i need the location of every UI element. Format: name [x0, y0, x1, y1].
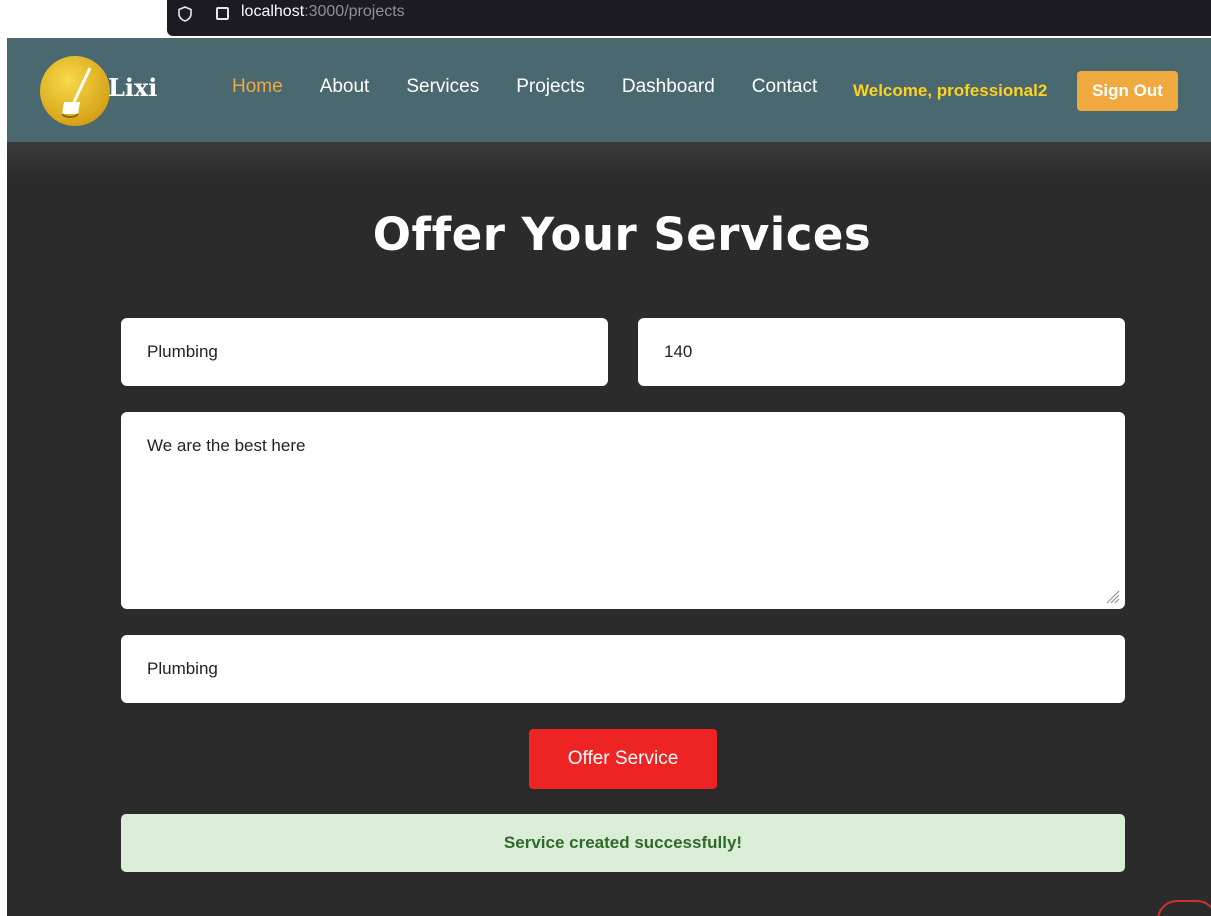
nav-link-home[interactable]: Home	[232, 76, 283, 98]
navbar: Lixi Home About Services Projects Dashbo…	[7, 38, 1211, 142]
broom-icon	[61, 67, 92, 118]
page-edge	[0, 38, 7, 916]
welcome-message: Welcome, professional2	[853, 81, 1048, 100]
success-message: Service created successfully!	[121, 814, 1125, 872]
url-text[interactable]: localhost:3000/projects	[241, 3, 405, 21]
service-name-input[interactable]	[121, 318, 608, 386]
url-path: :3000/projects	[304, 3, 405, 20]
category-input[interactable]	[121, 635, 1125, 703]
nav-links: Home About Services Projects Dashboard C…	[232, 76, 854, 98]
nav-shadow	[7, 142, 1211, 180]
floating-widget[interactable]	[1157, 900, 1211, 916]
nav-link-contact[interactable]: Contact	[752, 76, 817, 98]
shield-icon[interactable]	[178, 6, 192, 22]
page-title: Offer Your Services	[372, 208, 872, 261]
offer-service-button[interactable]: Offer Service	[529, 729, 717, 789]
description-textarea[interactable]: We are the best here	[121, 412, 1125, 609]
resize-grip-icon[interactable]	[1104, 588, 1120, 604]
url-host: localhost	[241, 3, 305, 20]
nav-link-about[interactable]: About	[320, 76, 370, 98]
page-icon	[216, 7, 229, 20]
price-input[interactable]	[638, 318, 1125, 386]
nav-link-services[interactable]: Services	[406, 76, 479, 98]
nav-link-projects[interactable]: Projects	[516, 76, 585, 98]
logo-icon[interactable]	[40, 56, 110, 126]
brand-name[interactable]: Lixi	[108, 73, 157, 102]
success-text: Service created successfully!	[503, 833, 743, 852]
nav-link-dashboard[interactable]: Dashboard	[622, 76, 715, 98]
browser-toolbar: localhost:3000/projects	[0, 0, 1211, 38]
sign-out-button[interactable]: Sign Out	[1077, 71, 1178, 111]
page: Lixi Home About Services Projects Dashbo…	[7, 38, 1211, 916]
